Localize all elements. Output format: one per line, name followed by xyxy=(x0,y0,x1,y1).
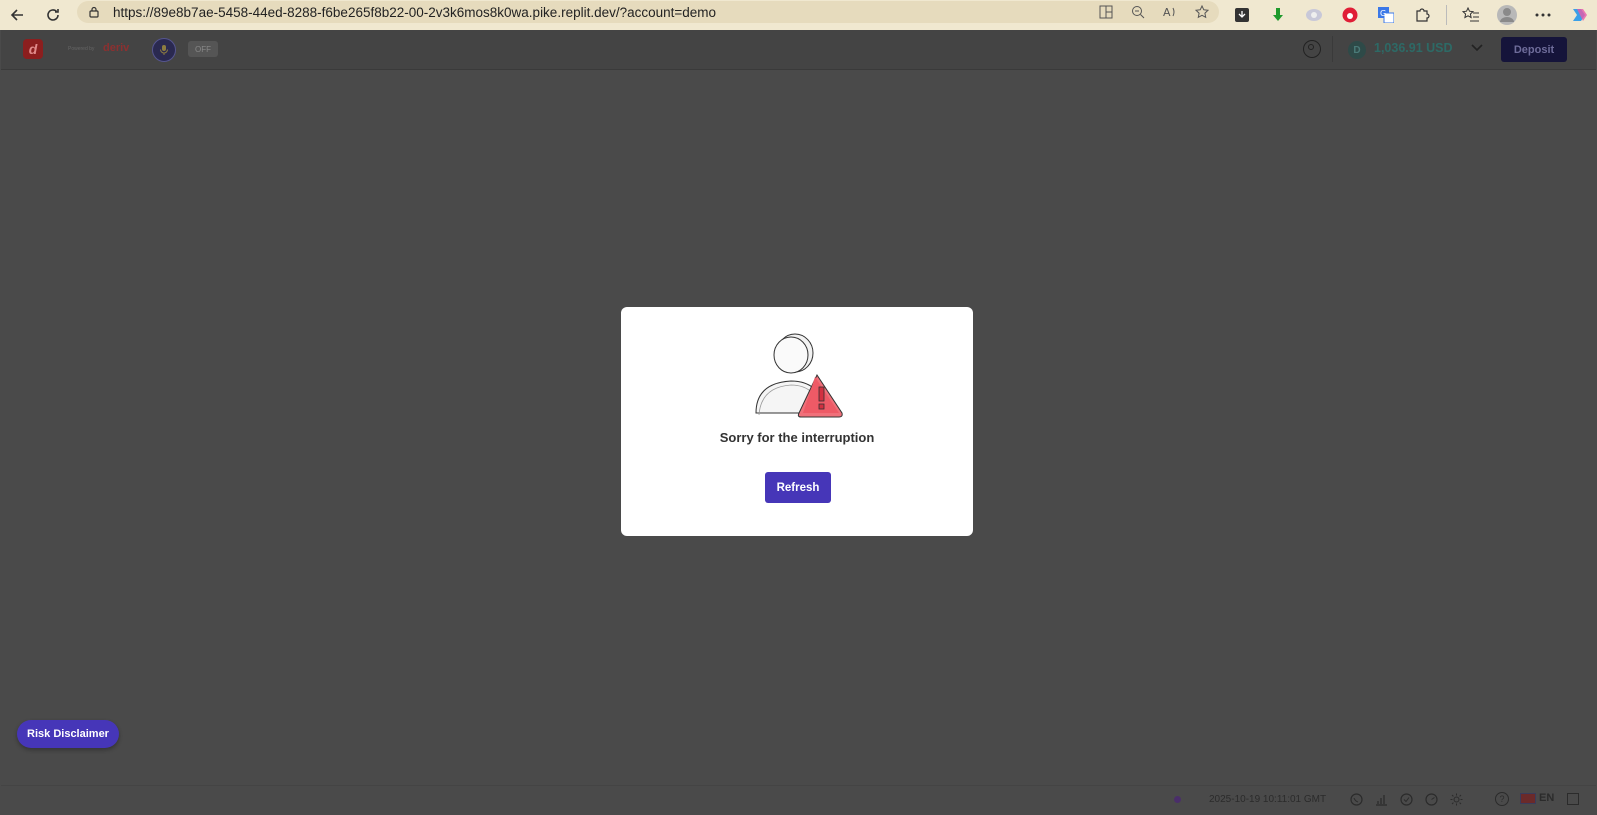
help-icon[interactable]: ? xyxy=(1495,792,1509,806)
off-toggle[interactable]: OFF xyxy=(188,41,218,57)
more-menu-icon[interactable] xyxy=(1531,3,1555,27)
back-arrow-icon[interactable] xyxy=(2,3,32,27)
chevron-down-icon[interactable] xyxy=(1470,40,1484,54)
extensions-puzzle-icon[interactable] xyxy=(1410,3,1434,27)
browser-toolbar: https://89e8b7ae-5458-44ed-8288-f6be265f… xyxy=(0,0,1597,30)
svg-text:A: A xyxy=(1163,6,1171,19)
fullscreen-icon[interactable] xyxy=(1567,793,1579,805)
copilot-icon[interactable] xyxy=(1567,3,1591,27)
language-code: EN xyxy=(1539,792,1555,804)
uk-flag-icon xyxy=(1520,792,1536,804)
svg-text:G: G xyxy=(1380,9,1386,18)
green-arrow-ext-icon[interactable] xyxy=(1266,3,1290,27)
favorites-icon[interactable] xyxy=(1459,3,1483,27)
deposit-button[interactable]: Deposit xyxy=(1501,37,1567,62)
usd-currency-icon: D xyxy=(1348,41,1366,59)
microphone-icon[interactable] xyxy=(152,38,176,62)
app-frame: d Powered by deriv OFF D 1,036.91 USD De… xyxy=(1,30,1596,815)
split-screen-icon[interactable] xyxy=(1097,3,1115,21)
footer: 2025-10-19 10:11:01 GMT ? EN xyxy=(1,785,1596,815)
translate-ext-icon[interactable]: G xyxy=(1374,3,1398,27)
server-time: 2025-10-19 10:11:01 GMT xyxy=(1209,794,1327,805)
account-icon[interactable] xyxy=(1303,40,1321,58)
user-warning-illustration-icon xyxy=(751,331,846,421)
header-divider xyxy=(1332,36,1333,62)
address-bar[interactable]: https://89e8b7ae-5458-44ed-8288-f6be265f… xyxy=(77,1,1219,23)
vodafone-ext-icon[interactable] xyxy=(1338,3,1362,27)
powered-by-label: Powered by xyxy=(68,46,95,52)
brand-name: deriv xyxy=(103,42,130,54)
toolbar-divider xyxy=(1446,5,1447,25)
favorite-star-icon[interactable] xyxy=(1193,3,1211,21)
lock-icon[interactable] xyxy=(87,5,101,19)
download-ext-icon[interactable] xyxy=(1230,3,1254,27)
speed-gauge-icon[interactable] xyxy=(1424,792,1438,806)
refresh-button[interactable]: Refresh xyxy=(765,472,831,503)
deriv-logo-icon[interactable]: d xyxy=(23,39,43,59)
account-balance[interactable]: 1,036.91 USD xyxy=(1374,41,1453,55)
error-message: Sorry for the interruption xyxy=(719,430,875,445)
shield-check-icon[interactable] xyxy=(1399,792,1413,806)
zoom-out-icon[interactable] xyxy=(1129,3,1147,21)
app-header: d Powered by deriv OFF D 1,036.91 USD De… xyxy=(1,30,1596,70)
risk-disclaimer-button[interactable]: Risk Disclaimer xyxy=(17,720,119,748)
theme-sun-icon[interactable] xyxy=(1449,792,1463,806)
error-dialog: Sorry for the interruption Refresh xyxy=(621,307,973,536)
signal-chart-icon[interactable] xyxy=(1374,792,1388,806)
language-selector[interactable]: EN xyxy=(1520,792,1554,804)
whatsapp-icon[interactable] xyxy=(1349,792,1363,806)
url-text[interactable]: https://89e8b7ae-5458-44ed-8288-f6be265f… xyxy=(113,5,716,20)
connection-status-dot xyxy=(1174,796,1181,803)
read-aloud-icon[interactable]: A xyxy=(1161,3,1179,21)
profile-icon[interactable] xyxy=(1495,3,1519,27)
chat-ext-icon[interactable] xyxy=(1302,3,1326,27)
reload-icon[interactable] xyxy=(38,3,68,27)
